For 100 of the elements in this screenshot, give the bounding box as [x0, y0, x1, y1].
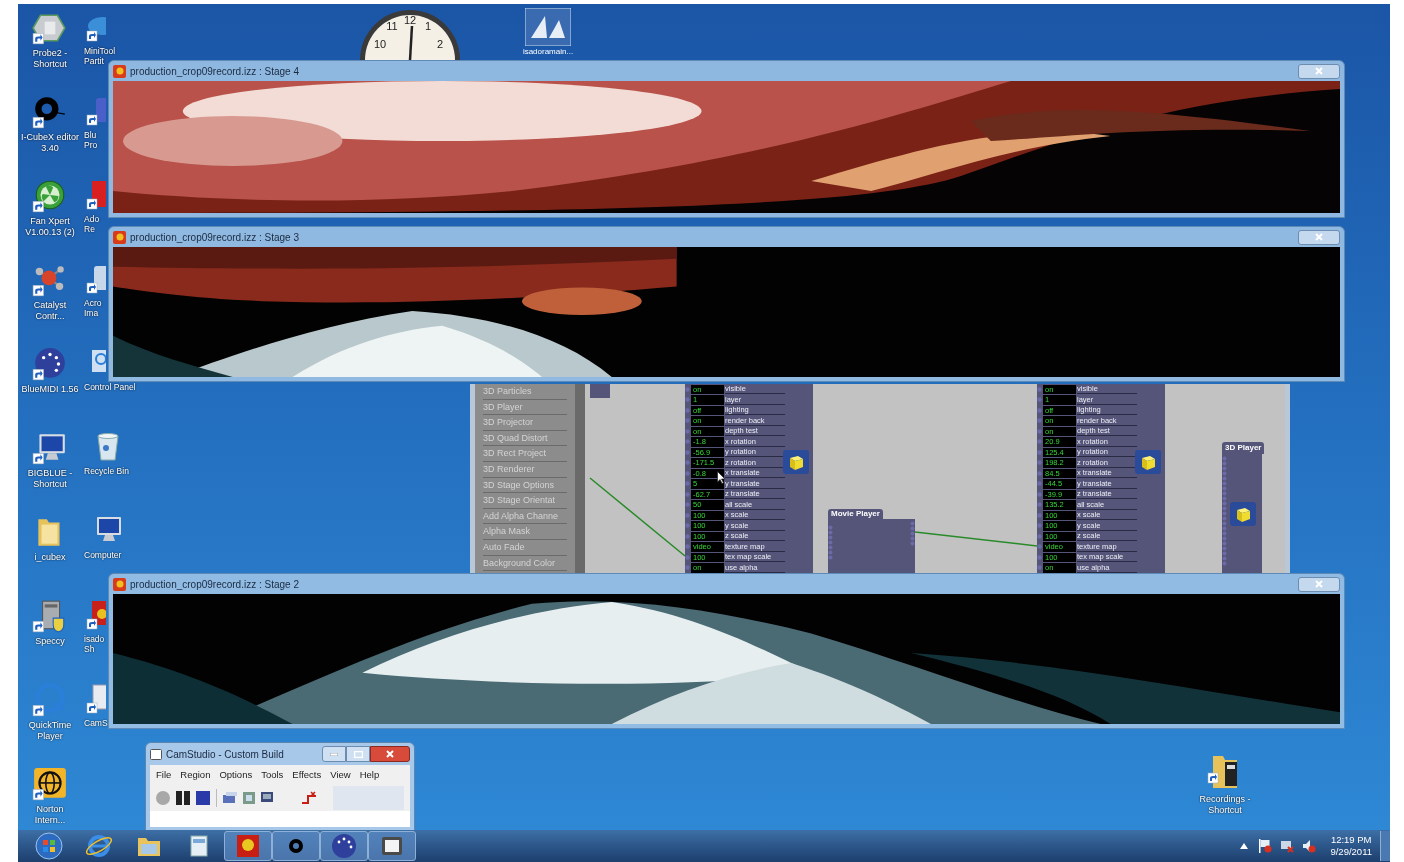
inlet-dot[interactable]	[685, 439, 690, 445]
inlet-dot[interactable]	[1037, 439, 1042, 445]
inlet-dot[interactable]	[1037, 554, 1042, 560]
document-icon[interactable]	[86, 682, 106, 714]
sail-icon[interactable]	[525, 8, 571, 46]
inlet-dot[interactable]	[685, 523, 690, 529]
inlet-dot[interactable]	[1037, 449, 1042, 455]
inlet-dot[interactable]	[685, 491, 690, 497]
taskbar-date[interactable]: 9/29/2011	[1330, 846, 1372, 858]
inlet-dot[interactable]	[1037, 428, 1042, 434]
inlet-dot[interactable]	[685, 407, 690, 413]
show-hidden-icon[interactable]	[1240, 843, 1249, 849]
close-button[interactable]	[1298, 576, 1340, 592]
inlet-dot[interactable]	[1037, 544, 1042, 550]
patch-node[interactable]	[590, 384, 610, 398]
inlet-dot[interactable]	[1037, 512, 1042, 518]
icon-label[interactable]: isadoramain...	[522, 47, 574, 57]
maximize-button[interactable]	[346, 746, 370, 762]
icon-label[interactable]: Acro	[84, 298, 102, 308]
icon-label[interactable]: MiniTool	[84, 46, 116, 56]
inlet-dot[interactable]	[1037, 470, 1042, 476]
icon-label[interactable]: Blu	[84, 130, 97, 140]
region-icon[interactable]	[223, 792, 237, 804]
icon-label[interactable]: Recycle Bin	[84, 466, 129, 476]
icon-label[interactable]: Partit	[84, 56, 104, 66]
menu-item[interactable]: Tools	[261, 767, 284, 783]
icon-label[interactable]: Re	[84, 224, 95, 234]
actor-node[interactable]	[828, 519, 915, 573]
icon-label[interactable]: QuickTime Player	[20, 720, 80, 742]
close-button[interactable]	[370, 746, 410, 762]
icon-label[interactable]: BIGBLUE - Shortcut	[20, 468, 80, 490]
menu-item[interactable]: View	[330, 767, 351, 783]
record-icon[interactable]	[156, 791, 170, 805]
icon-label[interactable]: Sh	[84, 644, 95, 654]
flag-icon[interactable]	[1258, 839, 1273, 853]
show-desktop-button[interactable]	[1380, 831, 1390, 861]
inlet-dot[interactable]	[1037, 460, 1042, 466]
menu-item[interactable]: Effects	[292, 767, 322, 783]
inlet-dot[interactable]	[685, 460, 690, 466]
icon-label[interactable]: Norton Intern...	[20, 804, 80, 826]
actor-node[interactable]	[1222, 454, 1262, 573]
inlet-dot[interactable]	[685, 428, 690, 434]
annotation-icon[interactable]	[301, 791, 317, 805]
inlet-dot[interactable]	[1037, 502, 1042, 508]
circle-logo-icon[interactable]	[32, 682, 68, 718]
icon-label[interactable]: Computer	[84, 550, 122, 560]
screen-icon[interactable]	[261, 792, 273, 804]
menu-item[interactable]: Options	[219, 767, 253, 783]
actor-node[interactable]	[1037, 384, 1165, 573]
icon-label[interactable]: isado	[84, 634, 105, 644]
icon-label[interactable]: Control Panel	[84, 382, 136, 392]
inlet-dot[interactable]	[685, 544, 690, 550]
icon-label[interactable]: i_cubex	[34, 552, 66, 563]
inlet-dot[interactable]	[1037, 481, 1042, 487]
document-icon[interactable]	[86, 178, 106, 210]
menu-item[interactable]: File	[156, 767, 172, 783]
menu-item[interactable]: Region	[180, 767, 211, 783]
close-button[interactable]	[1298, 63, 1340, 79]
menu-item[interactable]: Help	[359, 767, 380, 783]
minimize-button[interactable]	[322, 746, 346, 762]
browser-e-icon[interactable]	[85, 832, 113, 860]
inlet-dot[interactable]	[1037, 533, 1042, 539]
close-button[interactable]	[1298, 229, 1340, 245]
icon-label[interactable]: Speccy	[35, 636, 65, 647]
plug-icon[interactable]	[32, 346, 68, 382]
inlet-dot[interactable]	[1037, 418, 1042, 424]
inlet-dot[interactable]	[1037, 407, 1042, 413]
inlet-dot[interactable]	[1037, 397, 1042, 403]
inlet-dot[interactable]	[685, 481, 690, 487]
icon-label[interactable]: Recordings - Shortcut	[1190, 794, 1260, 816]
inlet-dot[interactable]	[685, 533, 690, 539]
inlet-dot[interactable]	[685, 554, 690, 560]
icon-label[interactable]: Pro	[84, 140, 98, 150]
taskbar-time[interactable]: 12:19 PM	[1330, 834, 1372, 846]
icon-label[interactable]: Probe2 - Shortcut	[20, 48, 80, 70]
icon-label[interactable]: CamS	[84, 718, 108, 728]
inlet-dot[interactable]	[1037, 565, 1042, 571]
icon-label[interactable]: BlueMIDI 1.56	[21, 384, 79, 395]
taskbar-button[interactable]	[320, 831, 368, 861]
globe-icon[interactable]	[32, 766, 68, 802]
pause-icon[interactable]	[176, 791, 190, 805]
actor-node[interactable]	[685, 384, 813, 573]
inlet-dot[interactable]	[1037, 523, 1042, 529]
speaker-icon[interactable]	[1302, 839, 1317, 853]
inlet-dot[interactable]	[685, 449, 690, 455]
inlet-dot[interactable]	[1037, 386, 1042, 392]
icon-label[interactable]: Catalyst Contr...	[20, 300, 80, 322]
frames-icon[interactable]	[243, 792, 255, 804]
inlet-dot[interactable]	[685, 397, 690, 403]
inlet-dot[interactable]	[685, 512, 690, 518]
icon-label[interactable]: I-CubeX editor 3.40	[20, 132, 80, 154]
inlet-dot[interactable]	[685, 470, 690, 476]
inlet-dot[interactable]	[685, 565, 690, 571]
inlet-dot[interactable]	[1037, 491, 1042, 497]
ring-icon[interactable]	[32, 94, 68, 130]
icon-label[interactable]: Ado	[84, 214, 100, 224]
network-icon[interactable]	[1280, 839, 1295, 853]
icon-label[interactable]: Ima	[84, 308, 99, 318]
taskbar-button[interactable]	[368, 831, 416, 861]
icon-label[interactable]: Fan Xpert V1.00.13 (2)	[20, 216, 80, 238]
